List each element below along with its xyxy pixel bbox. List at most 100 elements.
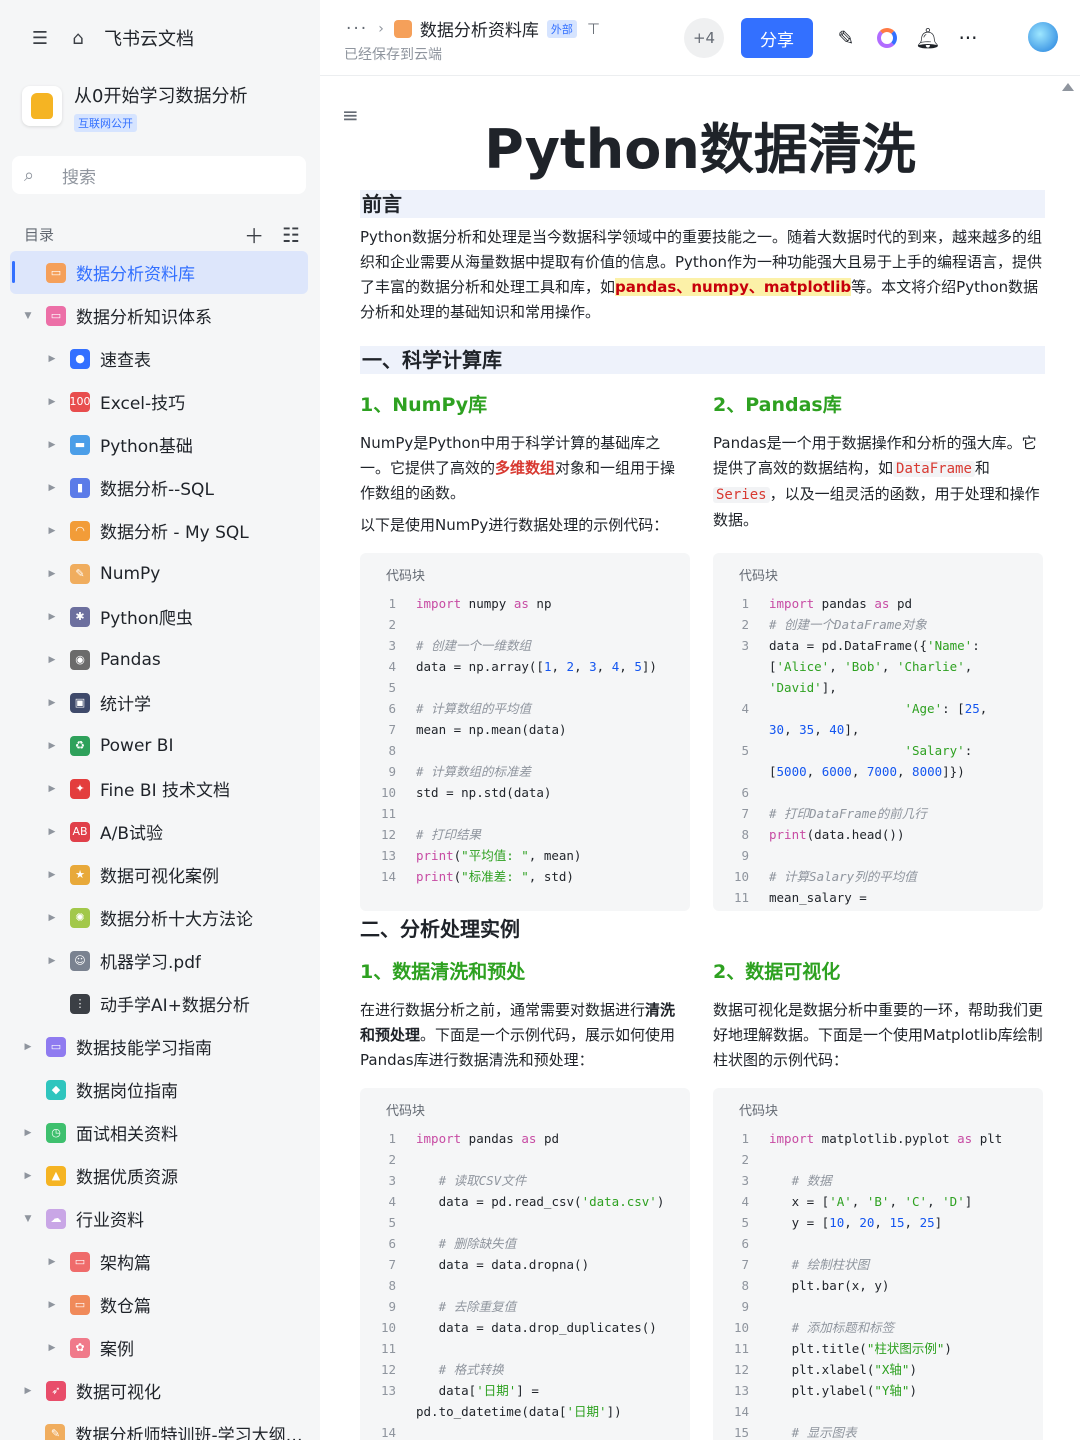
sidebar-item[interactable]: ▶ ▬ Python基础 [10,423,308,466]
sidebar-item[interactable]: ▶ ♻ Power BI [10,724,308,767]
code-line: 13 print("平均值: ", mean) [360,845,690,866]
sidebar-item-label: 架构篇 [100,1254,151,1274]
line-number: 12 [380,827,396,842]
caret-right-icon[interactable]: ▶ [46,1257,58,1267]
sidebar-item[interactable]: ▶ ▭ 数仓篇 [10,1283,308,1326]
caret-right-icon[interactable]: ▶ [46,440,58,450]
code-line: 1 import numpy as np [360,593,690,614]
line-number: 13 [380,848,396,863]
code-line: 9 # 去除重复值 [360,1296,690,1317]
line-number: 1 [741,596,749,611]
heading-pandas: 2、Pandas库 [713,394,842,416]
sidebar-item[interactable]: ⋮ 动手学AI+数据分析 [10,982,308,1025]
collaborators-count[interactable]: +4 [684,18,724,58]
sidebar-item[interactable]: ▶ AB A/B试验 [10,810,308,853]
avatar[interactable] [1028,22,1058,52]
caret-right-icon[interactable]: ▶ [46,913,58,923]
space-card[interactable]: 从0开始学习数据分析 互联网公开 [22,86,247,132]
caret-down-icon[interactable]: ▼ [22,1214,34,1224]
more-icon[interactable]: ··· [954,24,982,52]
caret-right-icon[interactable]: ▶ [46,483,58,493]
line-number: 10 [380,785,396,800]
add-icon[interactable]: ＋ [244,220,264,249]
caret-right-icon[interactable]: ▶ [46,870,58,880]
sidebar-item[interactable]: ▶ ▭ 架构篇 [10,1240,308,1283]
sidebar-item[interactable]: ▶ ✿ 案例 [10,1326,308,1369]
caret-right-icon[interactable]: ▶ [46,956,58,966]
sidebar-item[interactable]: ▶ ✱ Python爬虫 [10,595,308,638]
sidebar-item[interactable]: ▶ ✦ Fine BI 技术文档 [10,767,308,810]
sidebar-item[interactable]: ▶ ◉ Pandas [10,638,308,681]
sidebar-item-label: 机器学习.pdf [100,953,201,973]
sidebar-item[interactable]: ▶ ▣ 统计学 [10,681,308,724]
code-block-label: 代码块 [739,569,779,584]
app-brand[interactable]: 飞书云文档 [104,25,194,51]
heading-numpy: 1、NumPy库 [360,394,488,416]
collapse-sidebar-icon[interactable]: ☰ [28,26,52,50]
sidebar-item[interactable]: ▼ ☁ 行业资料 [10,1197,308,1240]
sidebar-item[interactable]: ▶ ● 速查表 [10,337,308,380]
breadcrumb-doc-name[interactable]: 数据分析资料库 [420,16,539,41]
sidebar-item[interactable]: ✎ 数据分析师特训班-学习大纲（... [10,1412,308,1440]
caret-right-icon[interactable]: ▶ [46,1300,58,1310]
home-icon[interactable]: ⌂ [66,26,90,50]
edit-icon[interactable]: ✎ [832,24,860,52]
line-number: 12 [733,1362,749,1377]
caret-right-icon[interactable]: ▶ [46,784,58,794]
sidebar-item[interactable]: ▶ ✎ NumPy [10,552,308,595]
code-block-pandas[interactable]: 代码块 1 import pandas as pd 2 # 创建一个DataFrame… [713,553,1043,911]
list-settings-icon[interactable]: ☷ [282,223,300,247]
code-block-numpy[interactable]: 代码块 1 import numpy as np 2 3 # 创建一个一维数组 4 data… [360,553,690,911]
sidebar-item[interactable]: ▶ ✺ 数据分析十大方法论 [10,896,308,939]
scroll-up-arrow[interactable] [1062,83,1074,91]
caret-right-icon[interactable]: ▶ [46,741,58,751]
breadcrumb-more[interactable]: ··· [346,19,368,39]
caret-right-icon[interactable]: ▶ [46,1343,58,1353]
code-text: data = data.drop_duplicates() [416,1320,657,1335]
caret-right-icon[interactable]: ▶ [46,569,58,579]
caret-right-icon[interactable]: ▶ [46,827,58,837]
caret-right-icon[interactable]: ▶ [46,698,58,708]
sidebar-item[interactable]: ▼ ▭ 数据分析知识体系 [10,294,308,337]
caret-right-icon[interactable]: ▶ [46,526,58,536]
sidebar-item[interactable]: ▭ 数据分析资料库 [10,251,308,294]
line-number: 3 [388,1173,396,1188]
pandas-paragraph: Pandas是一个用于数据操作和分析的强大库。它提供了高效的数据结构，如 Data… [713,431,1043,533]
code-block-cleaning[interactable]: 代码块 1 import pandas as pd 2 3 # 读取CSV文件 4 da… [360,1088,690,1440]
ai-assistant-icon[interactable] [873,24,901,52]
caret-right-icon[interactable]: ▶ [22,1042,34,1052]
doc-tree: ▭ 数据分析资料库 ▼ ▭ 数据分析知识体系 ▶ ● 速查表 ▶ 100 Excel-技巧 ▶ ▬ Pyt… [10,251,308,1440]
code-text: ['Alice', 'Bob', 'Charlie', [769,659,973,674]
caret-right-icon[interactable]: ▶ [46,397,58,407]
caret-right-icon[interactable]: ▶ [46,655,58,665]
sidebar-item[interactable]: ▶ ➶ 数据可视化 [10,1369,308,1412]
bell-icon[interactable]: 🔔︎ [914,24,942,52]
caret-right-icon[interactable]: ▶ [46,612,58,622]
share-button[interactable]: 分享 [741,18,813,58]
code-text: # 数据 [791,1173,832,1188]
sidebar-item[interactable]: ▶ ▮ 数据分析--SQL [10,466,308,509]
sidebar-item[interactable]: ▶ ★ 数据可视化案例 [10,853,308,896]
sidebar-item[interactable]: ▶ ◷ 面试相关资料 [10,1111,308,1154]
sidebar-item[interactable]: ▶ ☺ 机器学习.pdf [10,939,308,982]
sidebar-item[interactable]: ◆ 数据岗位指南 [10,1068,308,1111]
memo-icon: ✎ [70,563,90,584]
caret-down-icon[interactable]: ▼ [22,311,34,321]
caret-right-icon[interactable]: ▶ [22,1386,34,1396]
sidebar-item[interactable]: ▶ 100 Excel-技巧 [10,380,308,423]
sidebar-item[interactable]: ▶ ◠ 数据分析 - My SQL [10,509,308,552]
code-block-visualization[interactable]: 代码块 1 import matplotlib.pyplot as plt 2 3 #… [713,1088,1043,1440]
code-line: 12 # 格式转换 [360,1359,690,1380]
caret-right-icon[interactable]: ▶ [22,1128,34,1138]
search-input[interactable]: ⌕ 搜索 [12,156,306,194]
caret-right-icon[interactable]: ▶ [22,1171,34,1181]
sidebar-item[interactable]: ▶ ▲ 数据优质资源 [10,1154,308,1197]
code-line: 2 [360,1149,690,1170]
sidebar-item[interactable]: ▶ ▭ 数据技能学习指南 [10,1025,308,1068]
caret-right-icon[interactable]: ▶ [46,354,58,364]
pin-icon[interactable]: ⊤ [587,20,600,38]
floppy-icon: ▣ [70,692,90,713]
